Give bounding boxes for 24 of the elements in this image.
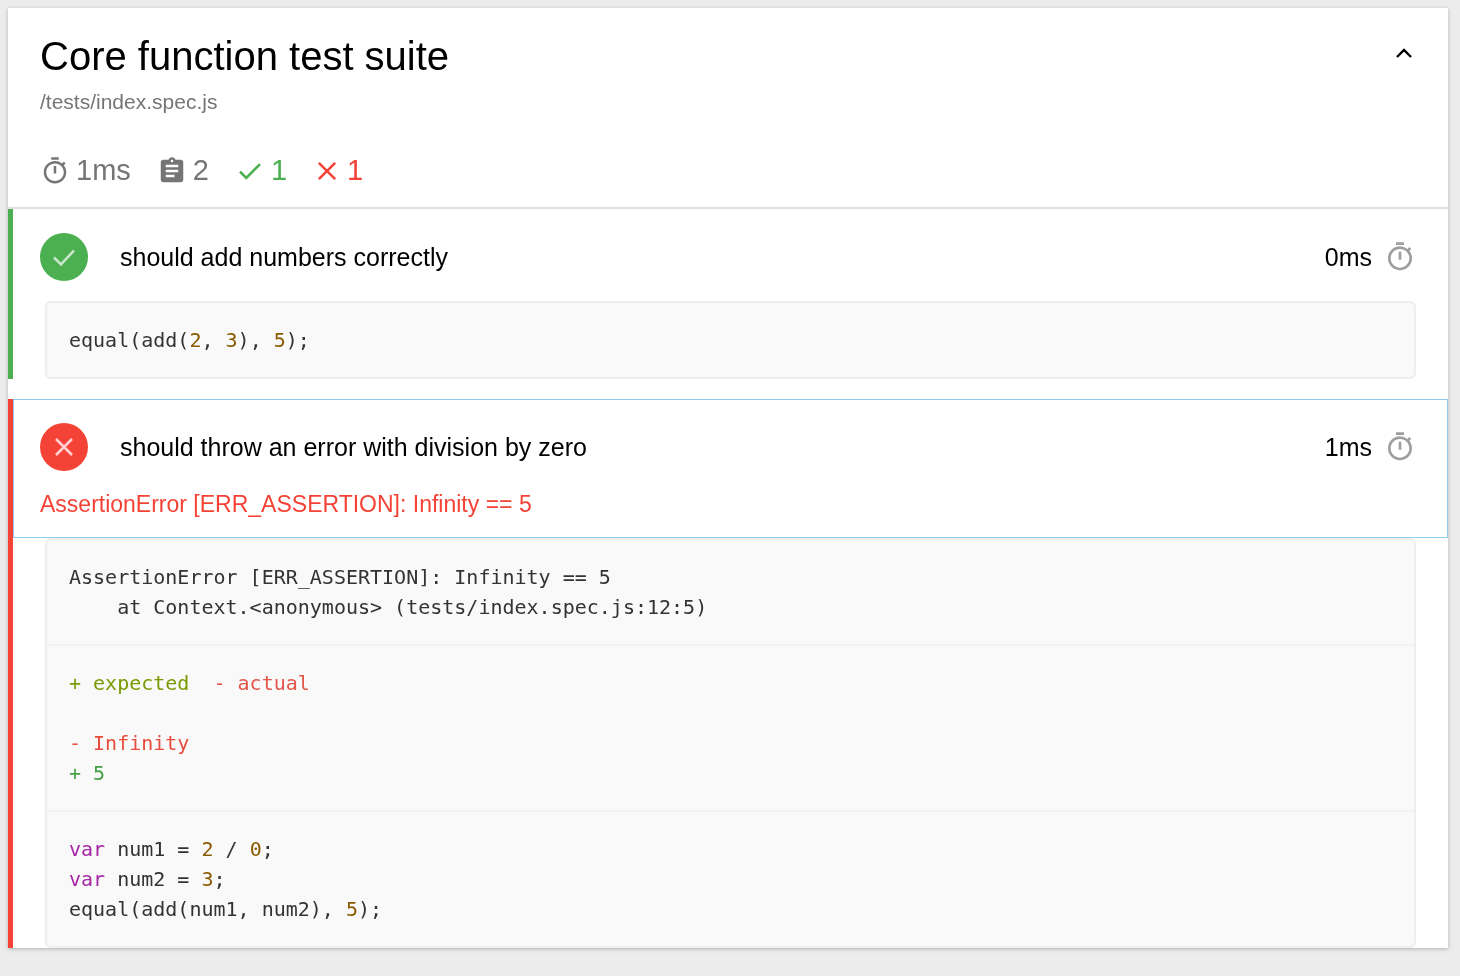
code-line: var num1 = 2 / 0; (69, 836, 275, 863)
test-title: should add numbers correctly (120, 242, 449, 272)
total-duration: 1ms (76, 154, 131, 187)
code-line: + 5 (69, 760, 107, 787)
passed-count: 1 (270, 154, 288, 187)
code-line: + expected - actual (69, 670, 311, 697)
test-header[interactable]: should throw an error with division by zero 1ms AssertionError [ERR_ASSERTION]: Infinity == 5 (13, 399, 1448, 538)
failed-count: 1 (347, 154, 364, 187)
test-title: should throw an error with division by zero (120, 432, 588, 462)
code-line: at Context.<anonymous> (tests/index.spec.js:12:5) (116, 594, 709, 621)
error-message: AssertionError [ERR_ASSERTION]: Infinity == 5 (40, 491, 533, 518)
test-duration: 0ms (1324, 242, 1372, 272)
file-path: /tests/index.spec.js (40, 90, 219, 114)
code-line: - Infinity (69, 730, 191, 757)
code-line: equal(add(2, 3), 5); (69, 327, 311, 354)
code-line: equal(add(num1, num2), 5); (69, 896, 384, 923)
failed-icon (40, 423, 88, 471)
code-line: AssertionError [ERR_ASSERTION]: Infinity == 5 (69, 564, 612, 591)
test-duration: 1ms (1324, 432, 1372, 462)
passed-icon (40, 233, 88, 281)
suite-title: Core function test suite (40, 33, 450, 80)
code-line: var num2 = 3; (69, 866, 227, 893)
test-count: 2 (192, 154, 209, 187)
test-header[interactable]: should add numbers correctly 0ms (13, 209, 1448, 301)
